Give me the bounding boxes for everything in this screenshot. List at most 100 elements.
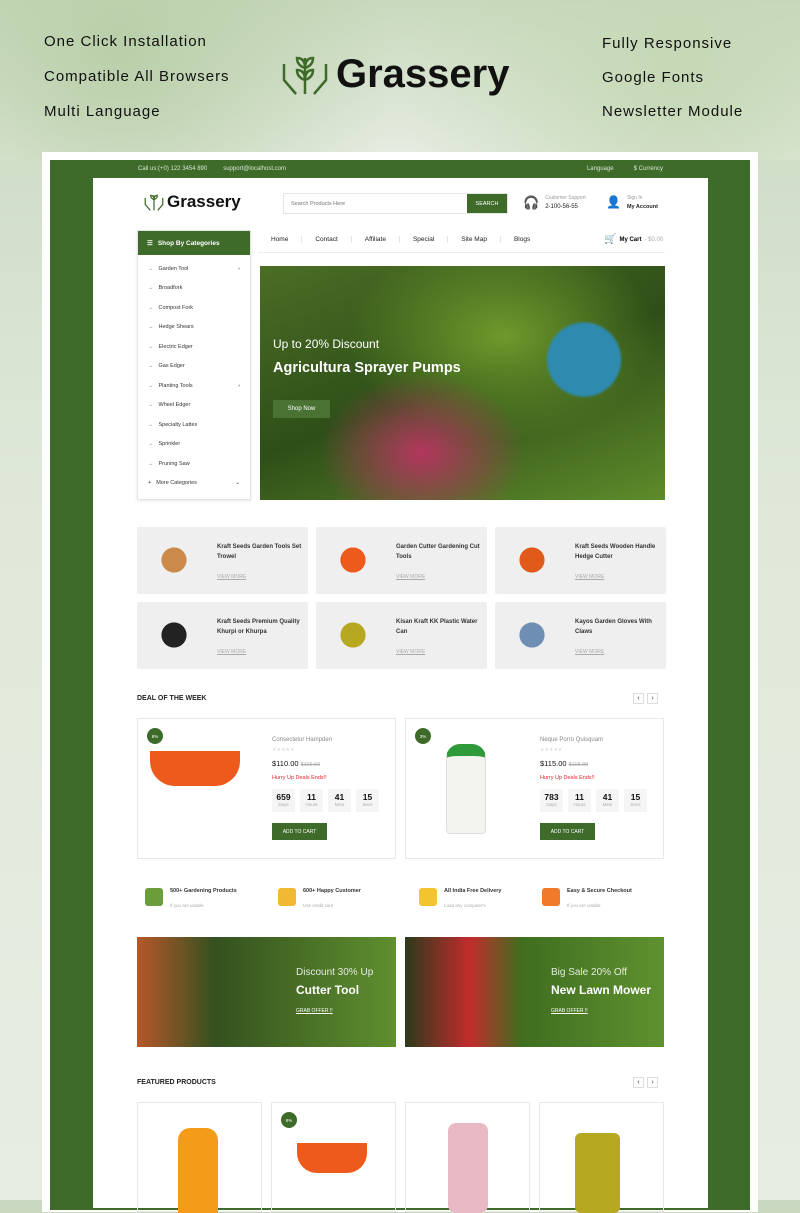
next-arrow[interactable]: › [647,1077,658,1088]
category-item[interactable]: → Pruning Saw [138,454,250,474]
category-label: Garden Tool [158,265,189,272]
next-arrow[interactable]: › [647,693,658,704]
promo-banner[interactable]: Discount 30% Up Cutter Tool GRAB OFFER !… [137,937,396,1047]
support-phone: 2-100-56-55 [545,204,578,210]
category-tile[interactable]: Kraft Seeds Wooden Handle Hedge Cutter VI… [495,527,666,594]
category-item[interactable]: → Planting Tools › [138,376,250,396]
service-icon [542,888,560,906]
nav-link[interactable]: Special [400,236,449,243]
banner-title: Agricultura Sprayer Pumps [273,360,461,376]
product-name[interactable]: Neque Porro Quisquam [540,737,603,743]
deal-card[interactable]: 8% Consectetur Hampden ★★★★★ $110.00 $119.6… [137,718,396,859]
product-card[interactable] [405,1102,530,1213]
hero-banner[interactable]: Up to 20% Discount Agricultura Sprayer P… [260,266,665,500]
site-logo[interactable]: Grassery [143,192,241,212]
category-tile[interactable]: Kayos Garden Gloves With Claws VIEW MORE [495,602,666,669]
more-categories[interactable]: + More Categories ⌄ [138,474,250,494]
service-item: 600+ Happy Customer Use credit card [278,888,361,912]
category-label: Specialty Lattes [158,421,198,428]
cart-button[interactable]: 🛒 My Cart - $0.00 [604,234,663,245]
search-bar: SEARCH [283,193,508,214]
product-image [150,751,240,786]
category-tile[interactable]: Kraft Seeds Premium Quality Khurpi or Kh… [137,602,308,669]
hurry-text: Hurry Up Deals Ends!! [540,775,595,781]
deal-arrows: ‹ › [633,693,658,704]
leaf-hands-icon [282,56,328,95]
product-image [297,1143,367,1173]
nav-link[interactable]: Affiliate [352,236,400,243]
product-image [507,610,557,660]
currency-dropdown[interactable]: $ Currency [634,166,663,172]
category-item[interactable]: → Sprinkler [138,435,250,455]
nav-link[interactable]: Home [258,236,303,243]
view-more-link[interactable]: VIEW MORE [217,649,246,655]
search-input[interactable] [284,194,467,213]
category-item[interactable]: → Electric Edger [138,337,250,357]
add-to-cart-button[interactable]: ADD TO CART [540,823,595,840]
deal-section-title: DEAL OF THE WEEK [137,695,207,702]
grab-offer-link[interactable]: GRAB OFFER !! [296,1008,333,1014]
view-more-link[interactable]: VIEW MORE [575,649,604,655]
rating-stars: ★★★★★ [540,747,563,753]
countdown-box: 41 Mins [328,789,351,812]
nav-link[interactable]: Blogs [501,236,543,243]
product-card[interactable] [137,1102,262,1213]
view-more-link[interactable]: VIEW MORE [575,574,604,580]
feature-text: One Click Installation [44,33,207,50]
category-tile[interactable]: Kraft Seeds Garden Tools Set Trowel VIEW … [137,527,308,594]
email-link[interactable]: support@localhost.com [223,166,286,172]
category-item[interactable]: → Wheel Edger [138,396,250,416]
category-item[interactable]: → Hedge Shears [138,318,250,338]
customer-support[interactable]: 🎧 Customer Support 2-100-56-55 [523,195,586,211]
service-item: 500+ Gardening Products If you are unable [145,888,237,912]
service-icon [419,888,437,906]
service-item: Easy & Secure Checkout If you are unable [542,888,632,912]
service-subtitle: Load any computer's [444,903,486,908]
service-title: Easy & Secure Checkout [567,888,632,894]
service-subtitle: If you are unable [170,903,204,908]
service-item: All India Free Delivery Load any computer… [419,888,501,912]
category-tile[interactable]: Garden Cutter Gardening Cut Tools VIEW MO… [316,527,487,594]
prev-arrow[interactable]: ‹ [633,693,644,704]
feature-text: Multi Language [44,103,161,120]
category-label: Compost Fork [158,304,194,311]
nav-link[interactable]: Site Map [448,236,501,243]
category-label: Electric Edger [158,343,193,350]
deal-card[interactable]: 3% Neque Porro Quisquam ★★★★★ $115.00 $118.… [405,718,664,859]
category-item[interactable]: → Specialty Lattes [138,415,250,435]
category-title: Shop By Categories [157,239,220,247]
add-to-cart-button[interactable]: ADD TO CART [272,823,327,840]
promo-banner[interactable]: Big Sale 20% Off New Lawn Mower GRAB OFF… [405,937,664,1047]
account-link[interactable]: 👤 Sign In My Account [606,195,658,210]
logo-text: Grassery [167,192,241,211]
featured-section-title: FEATURED PRODUCTS [137,1079,216,1086]
category-item[interactable]: → Broadfork [138,279,250,299]
tile-title: Kraft Seeds Wooden Handle Hedge Cutter [575,544,656,560]
chevron-right-icon: › [238,382,240,389]
product-card[interactable] [539,1102,664,1213]
product-image [178,1128,218,1213]
product-image [507,535,557,585]
language-dropdown[interactable]: Language [587,166,614,172]
view-more-link[interactable]: VIEW MORE [396,574,425,580]
category-tile[interactable]: Kisan Kraft KK Plastic Water Can VIEW MOR… [316,602,487,669]
chevron-right-icon: › [238,265,240,272]
category-item[interactable]: → Gas Edger [138,357,250,377]
category-item[interactable]: → Compost Fork [138,298,250,318]
category-label: Planting Tools [158,382,193,389]
grab-offer-link[interactable]: GRAB OFFER !! [551,1008,588,1014]
category-label: Wheel Edger [158,402,191,409]
nav-link[interactable]: Contact [302,236,352,243]
shop-now-button[interactable]: Shop Now [273,400,330,418]
search-button[interactable]: SEARCH [467,194,507,213]
category-item[interactable]: → Garden Tool › [138,259,250,279]
prev-arrow[interactable]: ‹ [633,1077,644,1088]
category-menu-header[interactable]: ☰ Shop By Categories [138,231,250,255]
account-label: My Account [626,204,658,210]
rating-stars: ★★★★★ [272,747,295,753]
service-title: 600+ Happy Customer [303,888,361,894]
product-card[interactable]: 8% [271,1102,396,1212]
view-more-link[interactable]: VIEW MORE [396,649,425,655]
view-more-link[interactable]: VIEW MORE [217,574,246,580]
product-name[interactable]: Consectetur Hampden [272,737,332,743]
